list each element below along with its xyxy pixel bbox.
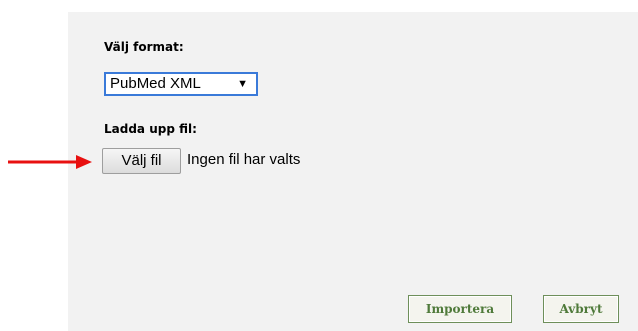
cancel-button[interactable]: Avbryt — [543, 295, 619, 323]
format-select-value: PubMed XML — [110, 75, 201, 92]
choose-file-button[interactable]: Välj fil — [102, 148, 181, 174]
right-arrow-icon — [8, 155, 92, 169]
file-status-text: Ingen fil har valts — [187, 151, 301, 168]
upload-label: Ladda upp fil: — [104, 122, 197, 136]
format-select[interactable]: PubMed XML ▼ — [104, 72, 258, 96]
import-button[interactable]: Importera — [408, 295, 512, 323]
format-label: Välj format: — [104, 40, 184, 54]
chevron-down-icon: ▼ — [237, 78, 248, 90]
